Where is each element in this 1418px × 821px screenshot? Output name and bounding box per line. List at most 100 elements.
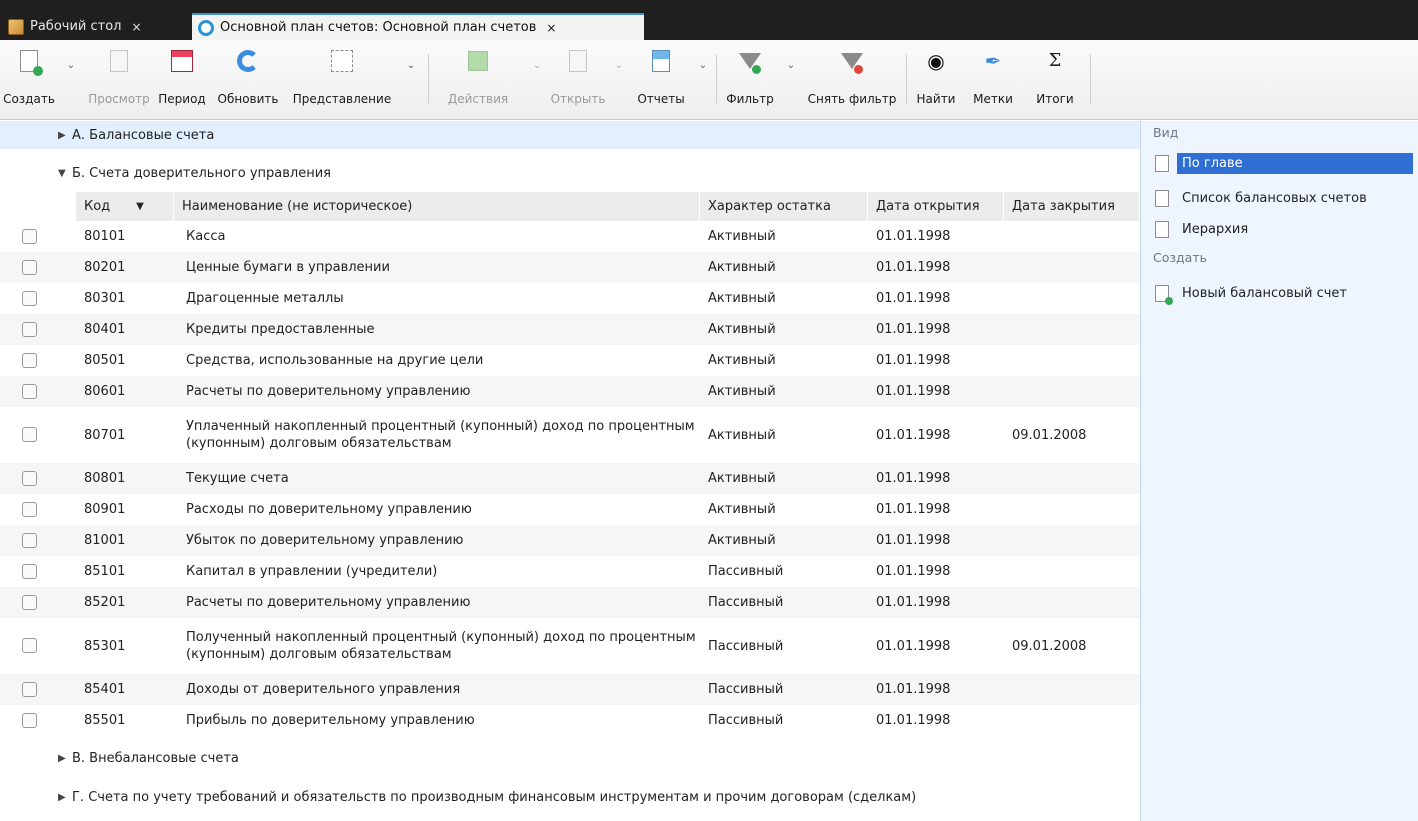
create-button-label: Создать (3, 92, 55, 106)
actions-button[interactable]: Действия (430, 46, 526, 116)
group-balance-accounts[interactable]: ▶ А. Балансовые счета (0, 121, 1140, 149)
open-button[interactable]: Открыть (548, 46, 608, 116)
filter-button[interactable]: Фильтр (720, 46, 780, 116)
cell-name: Полученный накопленный процентный (купон… (186, 630, 696, 662)
filter-dropdown-button[interactable]: ⌄ (780, 46, 802, 116)
new-balance-account-item[interactable]: Новый балансовый счет (1147, 279, 1418, 307)
row-checkbox[interactable] (22, 638, 37, 653)
table-row[interactable]: 80701 Уплаченный накопленный процентный … (0, 407, 1140, 463)
table-row[interactable]: 80801 Текущие счета Активный 01.01.1998 (0, 463, 1140, 494)
cell-open-date: 01.01.1998 (876, 229, 951, 244)
column-header-name[interactable]: Наименование (не историческое) (174, 192, 700, 221)
cell-balance-type: Активный (708, 502, 776, 517)
totals-button[interactable]: Σ Итоги (1024, 46, 1086, 116)
cell-balance-type: Пассивный (708, 682, 784, 697)
column-header-open-date[interactable]: Дата открытия (868, 192, 1004, 221)
close-icon[interactable]: × (546, 21, 556, 35)
row-checkbox[interactable] (22, 322, 37, 337)
document-icon (1155, 189, 1169, 207)
view-balance-list-item[interactable]: Список балансовых счетов (1147, 184, 1418, 212)
column-header-balance-type[interactable]: Характер остатка (700, 192, 868, 221)
row-checkbox[interactable] (22, 291, 37, 306)
actions-button-label: Действия (447, 92, 509, 106)
cell-balance-type: Пассивный (708, 638, 784, 654)
new-document-icon (1155, 284, 1173, 305)
table-row[interactable]: 80901 Расходы по доверительному управлен… (0, 494, 1140, 525)
table-row[interactable]: 80601 Расчеты по доверительному управлен… (0, 376, 1140, 407)
cell-code: 85301 (84, 638, 126, 654)
table-row[interactable]: 85401 Доходы от доверительного управлени… (0, 674, 1140, 705)
sort-down-icon: ▼ (136, 201, 144, 212)
close-icon[interactable]: × (131, 20, 141, 34)
row-checkbox[interactable] (22, 353, 37, 368)
expand-icon[interactable]: ▶ (58, 130, 66, 141)
row-checkbox[interactable] (22, 595, 37, 610)
clear-filter-button[interactable]: Снять фильтр (802, 46, 902, 116)
presentation-dropdown-button[interactable]: ⌄ (398, 46, 424, 116)
row-checkbox[interactable] (22, 713, 37, 728)
presentation-button[interactable]: Представление (286, 46, 398, 116)
table-row[interactable]: 85201 Расчеты по доверительному управлен… (0, 587, 1140, 618)
period-button[interactable]: Период (154, 46, 210, 116)
panel-item-label: По главе (1177, 152, 1413, 174)
find-button[interactable]: ◉ Найти (910, 46, 962, 116)
table-row[interactable]: 80501 Средства, использованные на другие… (0, 345, 1140, 376)
table-header: Код ▼ Наименование (не историческое) Хар… (0, 192, 1140, 221)
view-by-chapter-item[interactable]: По главе (1147, 149, 1418, 177)
cell-balance-type: Пассивный (708, 564, 784, 579)
table-row[interactable]: 85301 Полученный накопленный процентный … (0, 618, 1140, 674)
toolbar-separator (428, 54, 429, 104)
table-row[interactable]: 80201 Ценные бумаги в управлении Активны… (0, 252, 1140, 283)
refresh-button[interactable]: Обновить (210, 46, 286, 116)
chart-of-accounts-icon (198, 19, 214, 36)
chevron-down-icon: ⌄ (786, 60, 796, 71)
view-button[interactable]: Просмотр (84, 46, 154, 116)
open-dropdown-button[interactable]: ⌄ (608, 46, 630, 116)
reports-dropdown-button[interactable]: ⌄ (692, 46, 714, 116)
row-checkbox[interactable] (22, 564, 37, 579)
tab-chart-of-accounts[interactable]: Основной план счетов: Основной план счет… (192, 13, 644, 40)
table-row[interactable]: 80101 Касса Активный 01.01.1998 (0, 221, 1140, 252)
filter-icon (739, 53, 761, 74)
column-header-code[interactable]: Код ▼ (76, 192, 174, 221)
tab-desktop[interactable]: Рабочий стол × (2, 13, 188, 40)
row-checkbox[interactable] (22, 471, 37, 486)
table-row[interactable]: 81001 Убыток по доверительному управлени… (0, 525, 1140, 556)
row-checkbox[interactable] (22, 260, 37, 275)
row-checkbox[interactable] (22, 502, 37, 517)
chevron-down-icon: ⌄ (614, 60, 624, 71)
group-trust-accounts[interactable]: ▼ Б. Счета доверительного управления (0, 159, 1140, 187)
row-checkbox[interactable] (22, 533, 37, 548)
column-header-close-date[interactable]: Дата закрытия (1004, 192, 1140, 221)
sigma-icon: Σ (1048, 50, 1062, 71)
cell-name: Расходы по доверительному управлению (186, 502, 472, 517)
cell-balance-type: Активный (708, 260, 776, 275)
create-button[interactable]: Создать (0, 46, 58, 116)
expand-icon[interactable]: ▶ (58, 792, 66, 803)
clear-filter-icon (841, 53, 863, 74)
row-checkbox[interactable] (22, 229, 37, 244)
document-icon (1155, 220, 1169, 238)
cell-name: Прибыль по доверительному управлению (186, 713, 475, 728)
table-row[interactable]: 80401 Кредиты предоставленные Активный 0… (0, 314, 1140, 345)
row-checkbox[interactable] (22, 427, 37, 442)
expand-icon[interactable]: ▶ (58, 753, 66, 764)
tags-button[interactable]: ✒ Метки (962, 46, 1024, 116)
row-checkbox[interactable] (22, 682, 37, 697)
view-hierarchy-item[interactable]: Иерархия (1147, 215, 1418, 243)
panel-item-label: Новый балансовый счет (1182, 285, 1348, 301)
tab-bar: Рабочий стол × Основной план счетов: Осн… (0, 0, 1418, 40)
table-row[interactable]: 85101 Капитал в управлении (учредители) … (0, 556, 1140, 587)
cell-balance-type: Активный (708, 471, 776, 486)
row-checkbox[interactable] (22, 384, 37, 399)
table-row[interactable]: 80301 Драгоценные металлы Активный 01.01… (0, 283, 1140, 314)
actions-dropdown-button[interactable]: ⌄ (526, 46, 548, 116)
reports-button[interactable]: Отчеты (630, 46, 692, 116)
panel-section-title: Создать (1153, 250, 1207, 265)
create-dropdown-button[interactable]: ⌄ (58, 46, 84, 116)
group-off-balance-accounts[interactable]: ▶ В. Внебалансовые счета (0, 744, 1140, 772)
group-derivatives-accounts[interactable]: ▶ Г. Счета по учету требований и обязате… (0, 783, 1140, 811)
new-document-icon (20, 50, 43, 76)
collapse-icon[interactable]: ▼ (58, 168, 66, 179)
table-row[interactable]: 85501 Прибыль по доверительному управлен… (0, 705, 1140, 736)
